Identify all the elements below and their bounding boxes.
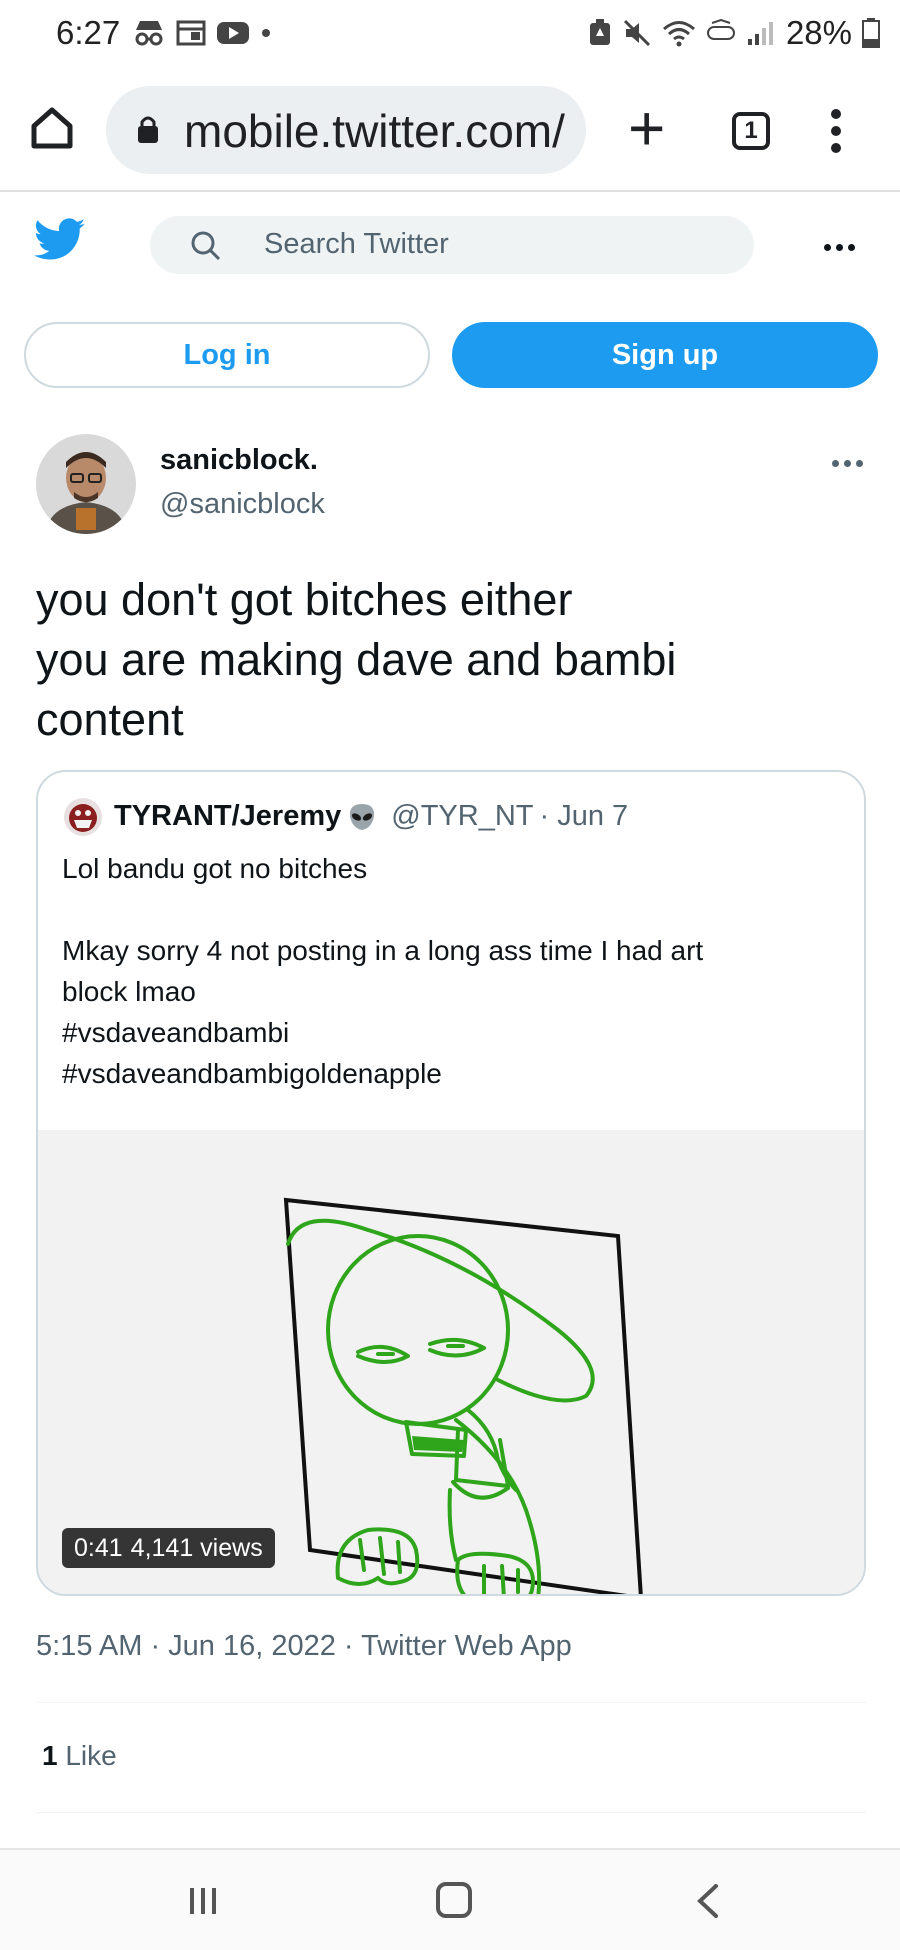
back-icon[interactable] bbox=[694, 1882, 722, 1920]
more-options-icon[interactable] bbox=[824, 244, 855, 251]
like-label: Like bbox=[65, 1740, 117, 1771]
alien-emoji-icon bbox=[350, 803, 375, 830]
calendar-icon bbox=[176, 20, 206, 46]
search-icon bbox=[191, 231, 221, 261]
author-avatar[interactable] bbox=[36, 434, 136, 534]
divider bbox=[36, 1812, 866, 1813]
battery-saver-icon bbox=[589, 19, 610, 45]
tweet-more-icon[interactable] bbox=[832, 460, 863, 467]
tweet-text-line: content bbox=[36, 694, 184, 745]
home-nav-button[interactable] bbox=[436, 1882, 472, 1918]
battery-percent: 28% bbox=[785, 14, 852, 51]
twitter-header: Search Twitter bbox=[0, 194, 900, 294]
url-text: mobile.twitter.com/ bbox=[184, 105, 565, 157]
new-tab-button[interactable]: + bbox=[628, 96, 665, 160]
quoted-tweet-date: · Jun 7 bbox=[539, 800, 629, 832]
browser-menu-icon[interactable] bbox=[826, 106, 846, 156]
divider bbox=[36, 1702, 866, 1703]
search-placeholder: Search Twitter bbox=[264, 228, 449, 260]
quoted-author-handle: @TYR_NT bbox=[391, 800, 534, 832]
browser-toolbar: mobile.twitter.com/ + 1 bbox=[0, 72, 900, 192]
twitter-bird-icon[interactable] bbox=[34, 218, 86, 262]
video-thumbnail-drawing bbox=[283, 1197, 643, 1594]
author-avatar-image bbox=[36, 434, 136, 534]
tweet-text-line: you are making dave and bambi bbox=[36, 634, 677, 685]
quoted-text-line: block lmao bbox=[62, 976, 196, 1007]
status-bar: 6:27 28% bbox=[0, 0, 900, 72]
author-name[interactable]: sanicblock. bbox=[160, 444, 318, 477]
lock-icon bbox=[138, 116, 158, 143]
hashtag-link[interactable]: #vsdaveandbambigoldenapple bbox=[62, 1053, 842, 1094]
status-time: 6:27 bbox=[56, 14, 121, 51]
quoted-video[interactable]: 0:41 4,141 views bbox=[38, 1130, 864, 1594]
signal-icon bbox=[747, 22, 773, 45]
like-count-value: 1 bbox=[42, 1740, 58, 1771]
mute-icon bbox=[623, 19, 650, 47]
quoted-text-line: Mkay sorry 4 not posting in a long ass t… bbox=[62, 935, 704, 966]
video-badge: 0:41 4,141 views bbox=[62, 1528, 275, 1568]
tweet-text-line: you don't got bitches either bbox=[36, 574, 573, 625]
system-nav-bar bbox=[0, 1848, 900, 1950]
youtube-icon bbox=[217, 22, 249, 44]
login-button[interactable]: Log in bbox=[24, 322, 430, 388]
wifi-icon bbox=[662, 21, 695, 47]
quoted-tweet-text: Lol bandu got no bitches Mkay sorry 4 no… bbox=[62, 848, 842, 1094]
tab-switcher-button[interactable]: 1 bbox=[732, 112, 770, 150]
incognito-icon bbox=[135, 21, 163, 46]
quoted-author-avatar bbox=[64, 798, 102, 836]
quoted-tweet-header: TYRANT/Jeremy @TYR_NT · Jun 7 bbox=[114, 800, 628, 833]
notification-dot-icon bbox=[262, 29, 270, 37]
recent-apps-icon[interactable] bbox=[186, 1884, 220, 1918]
video-views: 4,141 views bbox=[130, 1534, 263, 1562]
quoted-author-name: TYRANT/Jeremy bbox=[114, 800, 342, 832]
search-input[interactable]: Search Twitter bbox=[150, 216, 754, 274]
url-bar[interactable]: mobile.twitter.com/ bbox=[106, 86, 586, 174]
volte-icon bbox=[706, 19, 735, 40]
author-handle[interactable]: @sanicblock bbox=[160, 488, 325, 521]
tweet-timestamp[interactable]: 5:15 AM · Jun 16, 2022 · Twitter Web App bbox=[36, 1630, 572, 1663]
quoted-tweet[interactable]: TYRANT/Jeremy @TYR_NT · Jun 7 Lol bandu … bbox=[36, 770, 866, 1596]
home-icon[interactable] bbox=[28, 104, 76, 152]
tweet-text: you don't got bitches either you are mak… bbox=[36, 570, 866, 750]
battery-icon bbox=[862, 18, 880, 48]
quoted-text-line: Lol bandu got no bitches bbox=[62, 853, 368, 884]
quoted-text-blank-line bbox=[62, 889, 842, 930]
signup-button[interactable]: Sign up bbox=[452, 322, 878, 388]
video-duration: 0:41 bbox=[74, 1534, 123, 1562]
likes-count[interactable]: 1 Like bbox=[42, 1740, 117, 1772]
hashtag-link[interactable]: #vsdaveandbambi bbox=[62, 1012, 842, 1053]
